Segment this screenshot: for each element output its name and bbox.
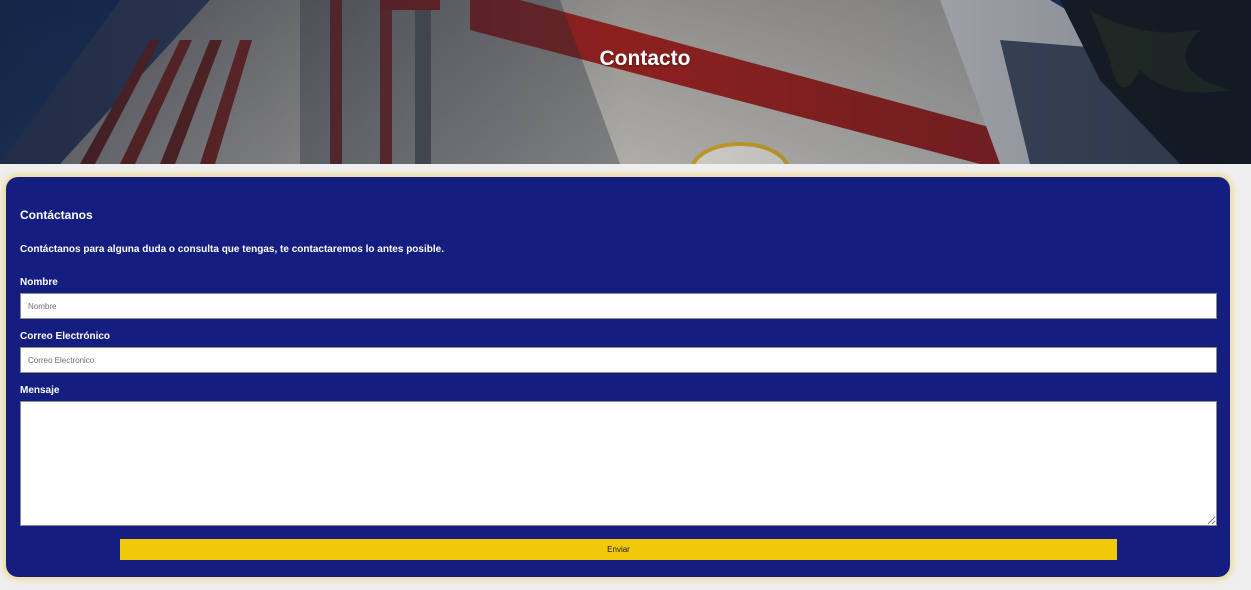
submit-button[interactable]: Enviar <box>120 539 1117 560</box>
name-input[interactable] <box>20 293 1217 319</box>
page-title: Contacto <box>599 47 691 70</box>
contact-card: Contáctanos Contáctanos para alguna duda… <box>6 177 1230 577</box>
message-label: Mensaje <box>20 385 60 396</box>
message-textarea[interactable] <box>20 401 1217 526</box>
contact-card-description: Contáctanos para alguna duda o consulta … <box>20 244 444 255</box>
name-label: Nombre <box>20 277 58 288</box>
hero-banner: Contacto <box>0 0 1251 164</box>
contact-card-title: Contáctanos <box>20 208 93 222</box>
email-label: Correo Electrónico <box>20 331 111 342</box>
email-input[interactable] <box>20 347 1217 373</box>
hero-background-image <box>0 0 1251 164</box>
